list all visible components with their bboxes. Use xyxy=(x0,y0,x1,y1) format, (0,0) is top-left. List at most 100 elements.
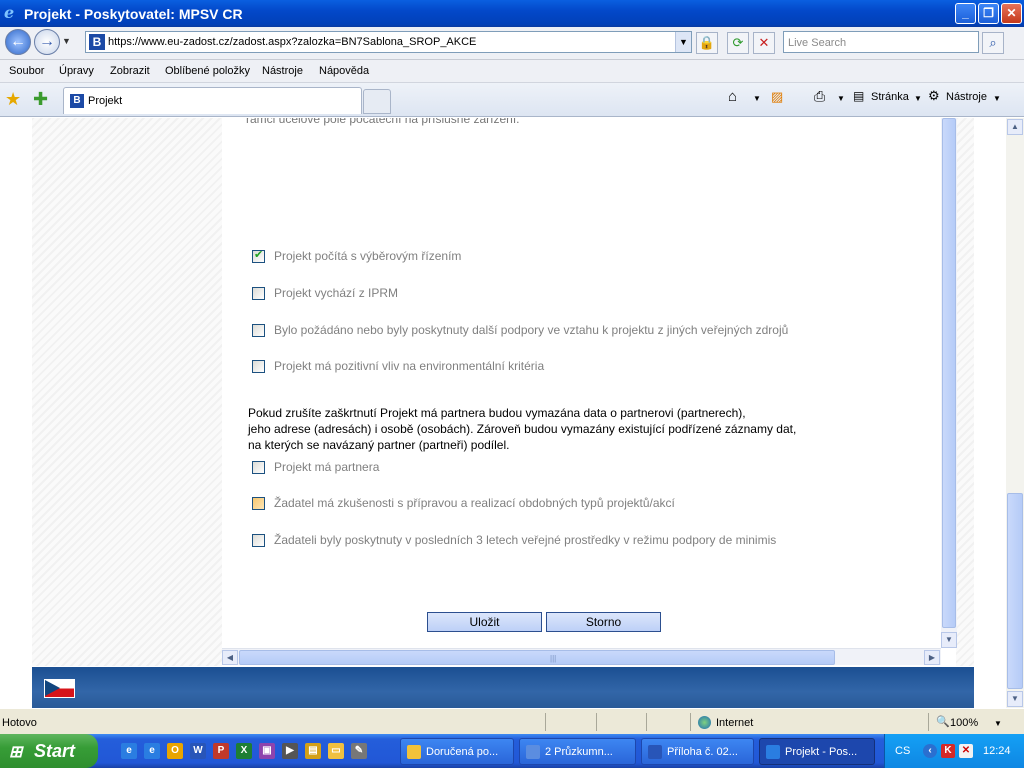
home-dropdown-icon[interactable]: ▼ xyxy=(753,94,761,103)
restore-button[interactable]: ❐ xyxy=(978,3,999,24)
tray-network-icon[interactable]: ✕ xyxy=(959,744,973,758)
internet-zone-icon xyxy=(698,716,711,729)
checkbox-partner[interactable] xyxy=(252,461,265,474)
print-dropdown-icon[interactable]: ▼ xyxy=(837,94,845,103)
tray-expand-icon[interactable]: ‹ xyxy=(923,744,937,758)
refresh-button[interactable]: ⟳ xyxy=(727,32,749,54)
task-explorer-group[interactable]: 2 Průzkumn... xyxy=(519,738,636,765)
print-icon[interactable]: ⎙ xyxy=(814,88,825,105)
clock: 12:24 xyxy=(983,745,1011,757)
checkbox-environmentalni-vliv[interactable] xyxy=(252,360,265,373)
checkbox-zkusenosti[interactable] xyxy=(252,497,265,510)
status-divider xyxy=(545,713,546,731)
quicklaunch-media-icon[interactable]: ▶ xyxy=(282,743,298,759)
task-projekt-window[interactable]: Projekt - Pos... xyxy=(759,738,875,765)
add-favorite-icon[interactable]: ✚ xyxy=(33,89,48,110)
page-vertical-scrollbar[interactable]: ▲ ▼ xyxy=(1006,118,1024,708)
rss-feed-icon[interactable]: ▨ xyxy=(771,89,783,105)
czech-flag-icon xyxy=(44,679,75,698)
start-label: Start xyxy=(34,741,76,761)
windows-logo-icon: ⊞ xyxy=(9,744,23,761)
inner-vertical-scrollbar[interactable]: ▼ xyxy=(941,118,957,648)
language-indicator[interactable]: CS xyxy=(895,745,910,757)
label-partner: Projekt má partnera xyxy=(274,460,380,474)
quicklaunch-powerpoint-icon[interactable]: P xyxy=(213,743,229,759)
checkbox-vyberove-rizeni[interactable] xyxy=(252,248,265,263)
page-dropdown-icon[interactable]: ▼ xyxy=(914,94,922,103)
quicklaunch-browser-icon[interactable]: e xyxy=(144,743,160,759)
tray-antivirus-icon[interactable]: K xyxy=(941,744,955,758)
menu-favorites[interactable]: Oblíbené položky xyxy=(165,65,250,77)
status-divider xyxy=(690,713,691,731)
tools-dropdown-icon[interactable]: ▼ xyxy=(993,94,1001,103)
left-panel xyxy=(32,118,222,666)
recent-pages-dropdown-icon[interactable]: ▼ xyxy=(62,36,71,46)
ie-task-icon xyxy=(766,745,780,759)
inner-scroll-down-icon[interactable]: ▼ xyxy=(941,632,957,648)
checkbox-dalsi-podpory[interactable] xyxy=(252,324,265,337)
quicklaunch-folder-icon[interactable]: ▤ xyxy=(305,743,321,759)
task-word-document[interactable]: Příloha č. 02... xyxy=(641,738,754,765)
quicklaunch-outlook-icon[interactable]: O xyxy=(167,743,183,759)
label-iprm: Projekt vychází z IPRM xyxy=(274,286,399,300)
save-button[interactable]: Uložit xyxy=(427,612,542,632)
inner-scroll-thumb[interactable] xyxy=(942,118,956,628)
quicklaunch-excel-icon[interactable]: X xyxy=(236,743,252,759)
address-input[interactable]: B https://www.eu-zadost.cz/zadost.aspx?z… xyxy=(85,31,692,53)
quicklaunch-explorer-icon[interactable]: ▭ xyxy=(328,743,344,759)
status-text: Hotovo xyxy=(2,717,37,729)
start-button[interactable]: ⊞ Start xyxy=(0,734,98,768)
horizontal-scroll-thumb[interactable]: ||| xyxy=(239,650,835,665)
right-panel xyxy=(956,118,974,666)
tools-menu[interactable]: Nástroje xyxy=(946,91,987,103)
new-tab-button[interactable] xyxy=(363,89,391,114)
explorer-group-icon xyxy=(526,745,540,759)
scroll-up-icon[interactable]: ▲ xyxy=(1007,119,1023,135)
close-button[interactable]: ✕ xyxy=(1001,3,1022,24)
favorites-star-icon[interactable]: ★ xyxy=(5,89,21,110)
address-bar-row: ← → ▼ B https://www.eu-zadost.cz/zadost.… xyxy=(0,27,1024,60)
quicklaunch-app-icon[interactable]: ▣ xyxy=(259,743,275,759)
back-button[interactable]: ← xyxy=(5,29,31,55)
menu-file[interactable]: Soubor xyxy=(9,65,44,77)
scroll-right-icon[interactable]: ▶ xyxy=(924,650,940,665)
checkbox-de-minimis[interactable] xyxy=(252,534,265,547)
cancel-button[interactable]: Storno xyxy=(546,612,661,632)
menu-view[interactable]: Zobrazit xyxy=(110,65,150,77)
home-icon[interactable]: ⌂ xyxy=(728,88,737,105)
page-scroll-thumb[interactable] xyxy=(1007,493,1023,689)
checkbox-iprm[interactable] xyxy=(252,287,265,300)
label-zkusenosti: Žadatel má zkušenosti s přípravou a real… xyxy=(274,496,675,510)
security-zone[interactable]: Internet xyxy=(716,717,753,729)
partner-warning-note: Pokud zrušíte zaškrtnutí Projekt má part… xyxy=(248,405,796,453)
security-lock-icon[interactable]: 🔒 xyxy=(696,32,718,54)
task-outlook[interactable]: Doručená po... xyxy=(400,738,514,765)
minimize-button[interactable]: _ xyxy=(955,3,976,24)
tab-projekt[interactable]: B Projekt xyxy=(63,87,362,114)
quicklaunch-tool-icon[interactable]: ✎ xyxy=(351,743,367,759)
menu-tools[interactable]: Nástroje xyxy=(262,65,303,77)
note-line: na kterých se navázaný partner (partneři… xyxy=(248,438,510,452)
page-menu[interactable]: Stránka xyxy=(871,91,909,103)
zoom-level[interactable]: 100% xyxy=(950,717,978,729)
quicklaunch-ie-icon[interactable]: e xyxy=(121,743,137,759)
address-url[interactable]: https://www.eu-zadost.cz/zadost.aspx?zal… xyxy=(108,36,476,48)
zoom-dropdown-icon[interactable]: ▼ xyxy=(994,719,1002,728)
page-footer xyxy=(32,667,974,708)
gear-icon: ⚙ xyxy=(928,88,940,103)
outlook-icon xyxy=(407,745,421,759)
system-tray: CS ‹ K ✕ 12:24 xyxy=(884,734,1024,768)
scroll-down-icon[interactable]: ▼ xyxy=(1007,691,1023,707)
address-dropdown-icon[interactable]: ▼ xyxy=(675,32,691,52)
scroll-left-icon[interactable]: ◀ xyxy=(222,650,238,665)
menu-edit[interactable]: Úpravy xyxy=(59,65,94,77)
quicklaunch-word-icon[interactable]: W xyxy=(190,743,206,759)
stop-button[interactable]: ✕ xyxy=(753,32,775,54)
menu-help[interactable]: Nápověda xyxy=(319,65,369,77)
search-input[interactable]: Live Search xyxy=(783,31,979,53)
menu-bar: Soubor Úpravy Zobrazit Oblíbené položky … xyxy=(0,60,1024,83)
cut-text-line: rámci účelové pole počáteční na příslušn… xyxy=(246,118,520,126)
search-button[interactable]: ⌕ xyxy=(982,32,1004,54)
horizontal-scrollbar[interactable]: ◀ ||| ▶ xyxy=(222,648,941,665)
forward-button[interactable]: → xyxy=(34,29,60,55)
